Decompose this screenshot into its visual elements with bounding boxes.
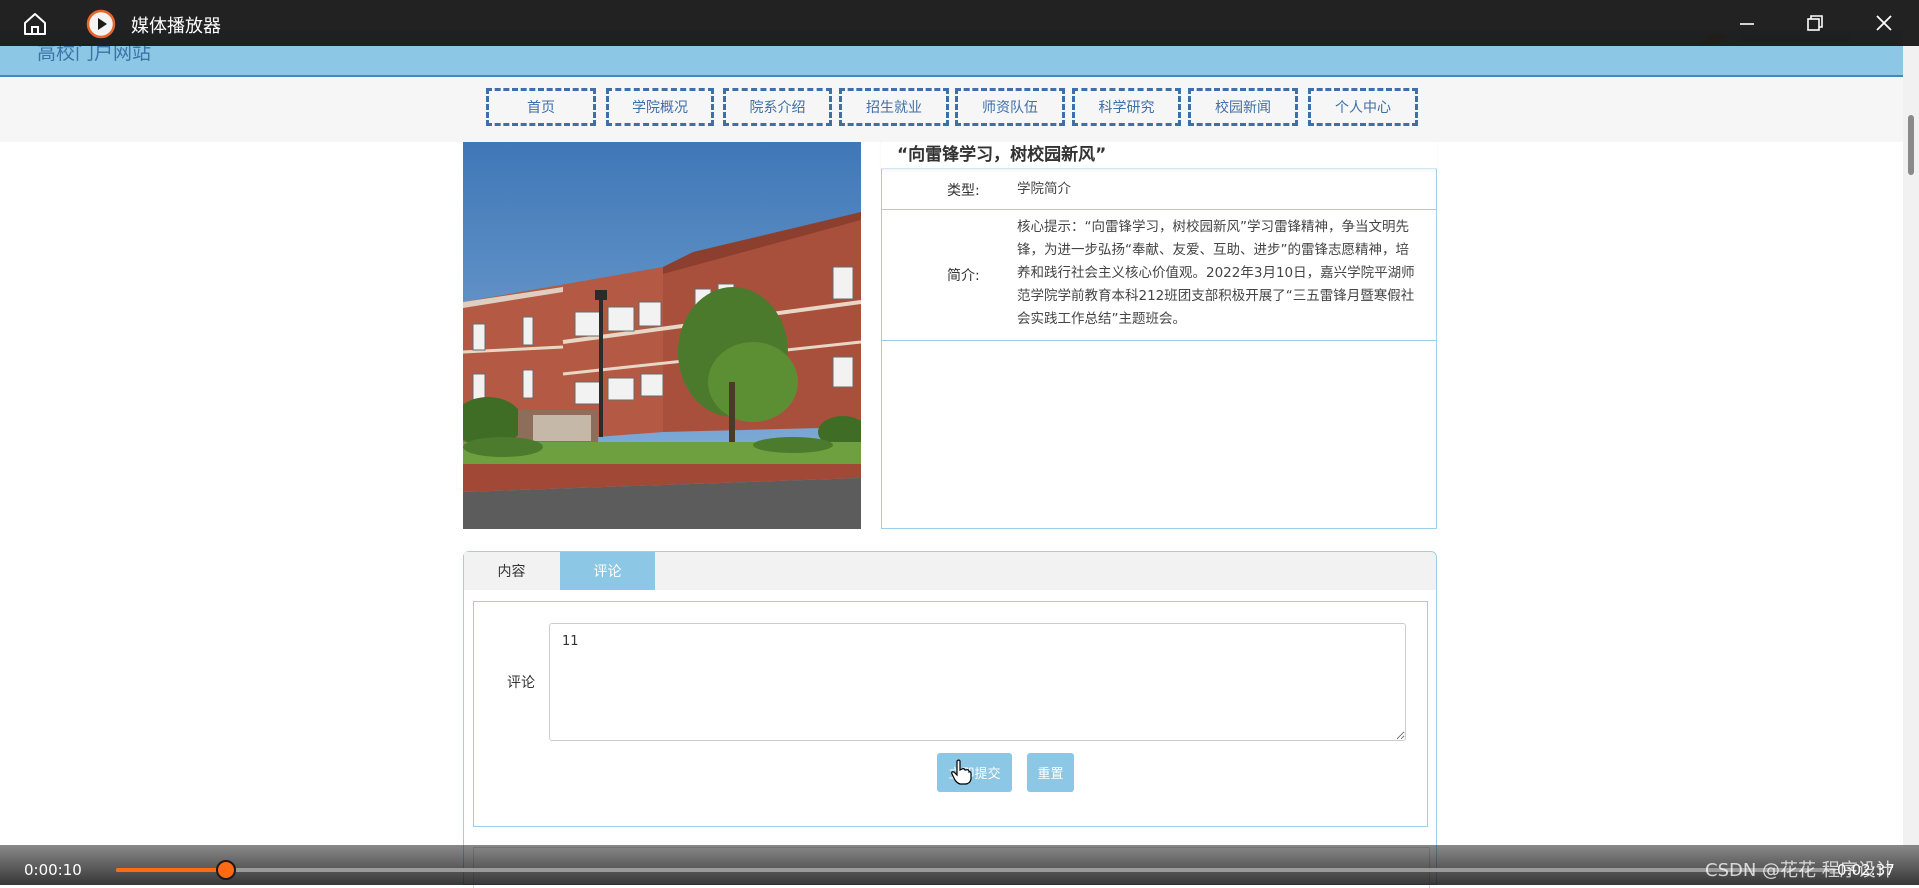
tab-content[interactable]: 内容: [464, 552, 559, 590]
nav-item-home[interactable]: 首页: [486, 88, 596, 126]
time-current: 0:00:10: [24, 861, 82, 879]
summary-label: 简介:: [947, 268, 980, 284]
home-icon[interactable]: [22, 11, 48, 37]
minimize-icon[interactable]: [1734, 10, 1760, 36]
type-label: 类型:: [947, 183, 980, 199]
nav-item-news[interactable]: 校园新闻: [1188, 88, 1298, 126]
close-icon[interactable]: [1871, 10, 1897, 36]
hand-cursor-icon: [951, 759, 972, 785]
detail-row-summary: 简介: 核心提示：“向雷锋学习，树校园新风”学习雷锋精神，争当文明先锋，为进一步…: [881, 210, 1437, 341]
summary-text: 核心提示：“向雷锋学习，树校园新风”学习雷锋精神，争当文明先锋，为进一步弘扬“奉…: [1017, 219, 1415, 327]
nav-item-departments[interactable]: 院系介绍: [723, 88, 832, 126]
player-title: 媒体播放器: [131, 16, 221, 37]
nav-item-research[interactable]: 科学研究: [1072, 88, 1181, 126]
player-titlebar: 媒体播放器: [0, 0, 1919, 46]
nav-item-overview[interactable]: 学院概况: [606, 88, 714, 126]
restore-icon[interactable]: [1802, 10, 1828, 36]
article-photo: [463, 142, 861, 529]
comment-textarea[interactable]: 11: [549, 623, 1406, 741]
nav-item-admissions[interactable]: 招生就业: [839, 88, 949, 126]
nav-item-profile[interactable]: 个人中心: [1308, 88, 1418, 126]
submit-button[interactable]: 立即提交: [937, 753, 1012, 792]
nav-bar: [0, 77, 1903, 142]
comment-label: 评论: [507, 675, 535, 691]
progress-track[interactable]: [116, 868, 1836, 872]
media-player-icon: [86, 9, 116, 39]
time-total: 0:02:37: [1837, 861, 1895, 879]
tab-comment[interactable]: 评论: [560, 552, 655, 590]
detail-row-type: 类型: 学院简介: [881, 169, 1437, 210]
progress-fill: [116, 868, 227, 872]
progress-knob[interactable]: [216, 860, 237, 880]
page-scrollbar-thumb[interactable]: [1908, 115, 1914, 175]
nav-item-faculty[interactable]: 师资队伍: [955, 88, 1065, 126]
player-controls: [0, 845, 1919, 885]
reset-button[interactable]: 重置: [1027, 753, 1074, 792]
type-value: 学院简介: [1017, 181, 1071, 197]
